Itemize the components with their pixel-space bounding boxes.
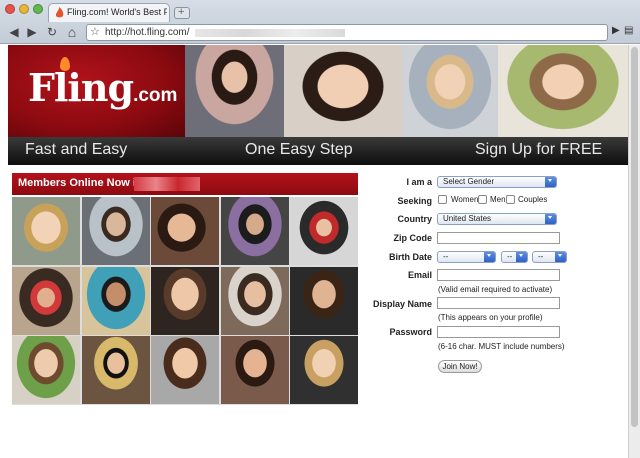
- seeking-couples-label: Couples: [518, 195, 548, 204]
- zoom-window-button[interactable]: [33, 4, 43, 14]
- reload-icon[interactable]: ↻: [44, 24, 60, 40]
- bookmark-star-icon[interactable]: ☆: [90, 25, 100, 38]
- member-photo[interactable]: [290, 197, 358, 265]
- page-scrollbar[interactable]: [628, 45, 640, 458]
- i-am-label: I am a: [406, 177, 432, 187]
- display-name-hint: (This appears on your profile): [438, 313, 543, 322]
- gender-select-value: Select Gender: [443, 177, 495, 186]
- country-label: Country: [397, 214, 433, 224]
- logo-suffix: .com: [133, 85, 178, 106]
- member-photo[interactable]: [220, 197, 289, 265]
- flame-icon: [60, 57, 70, 71]
- member-photo[interactable]: [290, 266, 358, 335]
- member-photo[interactable]: [220, 266, 289, 335]
- chevron-down-icon: [516, 252, 527, 262]
- birth-month-select[interactable]: --: [437, 251, 496, 263]
- email-label: Email: [407, 270, 432, 280]
- birth-day-value: --: [507, 252, 513, 261]
- country-select-value: United States: [443, 214, 492, 223]
- location-redacted: [134, 177, 200, 191]
- seeking-men-label: Men: [490, 195, 506, 204]
- flame-icon: [55, 7, 64, 18]
- email-input[interactable]: [437, 269, 560, 281]
- birth-month-value: --: [443, 252, 449, 261]
- member-photo[interactable]: [151, 266, 219, 335]
- back-arrow-icon[interactable]: ◀: [6, 24, 22, 40]
- address-bar[interactable]: ☆ http://hot.fling.com/: [86, 24, 608, 41]
- seeking-couples-checkbox[interactable]: [506, 195, 515, 204]
- chevron-down-icon: [545, 214, 556, 224]
- member-photo[interactable]: [220, 336, 289, 404]
- member-photo[interactable]: [151, 197, 219, 265]
- site-banner: Fling.com Fast and Easy One Easy Step Si…: [8, 45, 628, 165]
- country-select[interactable]: United States: [437, 213, 557, 225]
- page-menu-icon[interactable]: ▤: [624, 25, 633, 36]
- member-photo[interactable]: [12, 336, 80, 404]
- zip-input[interactable]: [437, 232, 560, 244]
- logo[interactable]: Fling.com: [8, 45, 185, 137]
- url-redacted: [195, 29, 345, 37]
- browser-tab[interactable]: Fling.com! World's Best Perso: [48, 3, 170, 22]
- display-name-input[interactable]: [437, 297, 560, 309]
- join-now-button[interactable]: Join Now!: [438, 360, 482, 373]
- logo-text: Fling: [28, 65, 134, 110]
- members-title: Members Online Now in: [18, 177, 143, 189]
- seeking-label: Seeking: [397, 196, 432, 206]
- tagline-fast: Fast and Easy: [25, 141, 128, 158]
- seeking-men-checkbox[interactable]: [478, 195, 487, 204]
- display-name-label: Display Name: [372, 299, 432, 309]
- banner-photo: [185, 45, 284, 137]
- chevron-down-icon: [555, 252, 566, 262]
- member-photo[interactable]: [12, 266, 80, 335]
- seeking-women-label: Women: [451, 195, 479, 204]
- minimize-window-button[interactable]: [19, 4, 29, 14]
- tagline-bar: Fast and Easy One Easy Step Sign Up for …: [8, 137, 628, 165]
- member-photo[interactable]: [81, 197, 150, 265]
- banner-photo: [402, 45, 498, 137]
- banner-photo: [498, 45, 628, 137]
- web-page: Fling.com Fast and Easy One Easy Step Si…: [0, 45, 628, 458]
- member-photo[interactable]: [290, 336, 358, 404]
- new-tab-button[interactable]: +: [174, 6, 190, 19]
- password-hint: (6-16 char. MUST include numbers): [438, 342, 565, 351]
- members-header: Members Online Now in: [12, 173, 358, 195]
- banner-photo: [284, 45, 402, 137]
- zip-label: Zip Code: [393, 233, 433, 243]
- chevron-down-icon: [484, 252, 495, 262]
- plus-icon: +: [178, 6, 185, 18]
- birth-year-select[interactable]: --: [532, 251, 567, 263]
- go-icon[interactable]: ▶: [612, 25, 620, 36]
- tagline-step: One Easy Step: [245, 141, 353, 158]
- member-photo[interactable]: [12, 197, 80, 265]
- tab-title: Fling.com! World's Best Perso: [67, 7, 167, 17]
- forward-arrow-icon[interactable]: ▶: [24, 24, 40, 40]
- birth-date-label: Birth Date: [388, 252, 432, 262]
- url-text: http://hot.fling.com/: [105, 27, 190, 38]
- members-grid: [12, 197, 358, 405]
- birth-year-value: --: [538, 252, 544, 261]
- browser-chrome: Fling.com! World's Best Perso + ◀ ▶ ↻ ⌂ …: [0, 0, 640, 44]
- password-label: Password: [389, 327, 432, 337]
- home-icon[interactable]: ⌂: [64, 24, 80, 40]
- birth-day-select[interactable]: --: [501, 251, 528, 263]
- scrollbar-thumb[interactable]: [631, 47, 638, 427]
- tagline-signup: Sign Up for FREE: [475, 141, 603, 158]
- gender-select[interactable]: Select Gender: [437, 176, 557, 188]
- close-window-button[interactable]: [5, 4, 15, 14]
- member-photo[interactable]: [81, 336, 150, 404]
- seeking-women-checkbox[interactable]: [438, 195, 447, 204]
- email-hint: (Valid email required to activate): [438, 285, 553, 294]
- password-input[interactable]: [437, 326, 560, 338]
- member-photo[interactable]: [151, 336, 219, 404]
- member-photo[interactable]: [81, 266, 150, 335]
- chevron-down-icon: [545, 177, 556, 187]
